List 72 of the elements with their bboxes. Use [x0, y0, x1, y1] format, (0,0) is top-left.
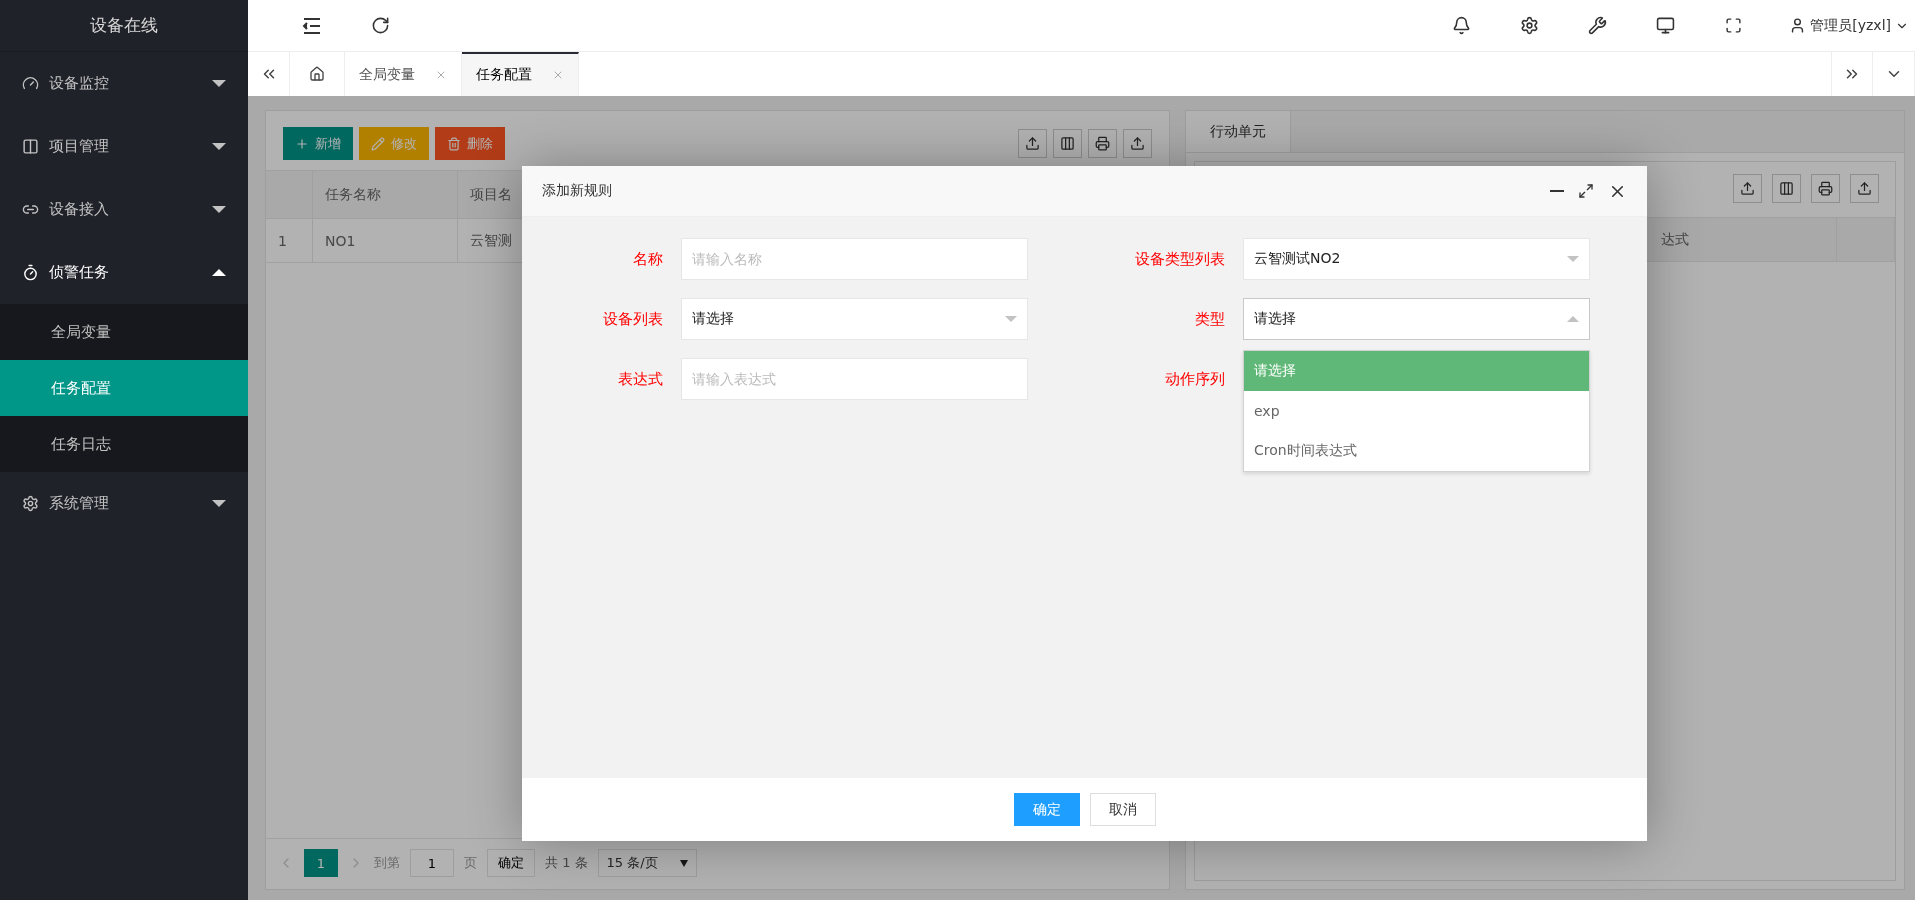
- sidebar-subitem[interactable]: 任务日志: [0, 416, 248, 472]
- field-label: 设备列表: [603, 309, 663, 329]
- user-menu[interactable]: 管理员[yzxl]: [1767, 16, 1915, 35]
- export-icon: [1740, 181, 1755, 196]
- caret-icon: [679, 859, 688, 867]
- select-field[interactable]: 云智测试NO2: [1243, 238, 1590, 280]
- export-icon: [1130, 136, 1145, 151]
- page-tab[interactable]: 任务配置: [462, 52, 579, 96]
- fullscreen-icon: [1724, 17, 1742, 34]
- dialog-title: 添加新规则: [542, 182, 612, 200]
- export-button[interactable]: [1733, 174, 1762, 203]
- columns-button[interactable]: [1772, 174, 1801, 203]
- dropdown-option[interactable]: Cron时间表达式: [1244, 431, 1589, 471]
- text-field[interactable]: 请输入表达式: [681, 358, 1028, 400]
- menu-item-icon: [22, 495, 39, 512]
- columns-button[interactable]: [1053, 129, 1082, 158]
- sidebar-item[interactable]: 系统管理: [0, 472, 248, 535]
- settings-icon: [1519, 16, 1539, 35]
- sidebar-item[interactable]: 设备监控: [0, 52, 248, 115]
- plus-icon: [295, 136, 309, 151]
- menu-fold-icon: [302, 16, 322, 35]
- goto-label: 到第: [374, 854, 400, 872]
- total-count: 共 1 条: [545, 854, 588, 872]
- field-label: 表达式: [618, 369, 663, 389]
- print-icon: [1095, 136, 1110, 151]
- page-unit: 页: [464, 854, 477, 872]
- field-label: 动作序列: [1165, 369, 1225, 389]
- field-label: 类型: [1195, 309, 1225, 329]
- caret-icon: [1005, 316, 1017, 322]
- select-field[interactable]: 请选择: [1243, 298, 1590, 340]
- sidebar-item[interactable]: 设备接入: [0, 178, 248, 241]
- caret-icon: [1567, 316, 1579, 322]
- home-icon: [309, 66, 325, 82]
- wrench-icon: [1587, 16, 1607, 35]
- trash-icon: [447, 136, 461, 151]
- page-tab[interactable]: 全局变量: [345, 52, 462, 96]
- sidebar-item[interactable]: 项目管理: [0, 115, 248, 178]
- select-field[interactable]: 请选择: [681, 298, 1028, 340]
- export-icon: [1857, 181, 1872, 196]
- panel-tab[interactable]: 行动单元: [1186, 111, 1291, 152]
- export-button[interactable]: [1018, 129, 1047, 158]
- menu-item-icon: [22, 138, 39, 155]
- caret-icon: [1567, 256, 1579, 262]
- cancel-button[interactable]: 取消: [1089, 793, 1156, 826]
- row-number: 1: [266, 219, 313, 262]
- export-button[interactable]: [1850, 174, 1879, 203]
- print-button[interactable]: [1811, 174, 1840, 203]
- menu-item-icon: [22, 264, 39, 281]
- columns-icon: [1060, 136, 1075, 151]
- print-button[interactable]: [1088, 129, 1117, 158]
- print-icon: [1818, 181, 1833, 196]
- goto-button[interactable]: 确定: [487, 849, 535, 877]
- export-icon: [1025, 136, 1040, 151]
- bell-icon: [1451, 16, 1471, 35]
- maximize-button[interactable]: [1578, 183, 1594, 199]
- text-field[interactable]: 请输入名称: [681, 238, 1028, 280]
- page-size-select[interactable]: 15 条/页: [597, 849, 697, 877]
- columns-icon: [1779, 181, 1794, 196]
- minimize-icon: [1550, 190, 1564, 192]
- table-header-cell: 任务名称: [313, 171, 458, 218]
- monitor-icon: [1655, 16, 1675, 35]
- pencil-icon: [371, 136, 385, 151]
- table-cell: NO1: [313, 219, 458, 262]
- export-button[interactable]: [1123, 129, 1152, 158]
- menu-item-icon: [22, 75, 39, 92]
- maximize-icon: [1578, 183, 1594, 199]
- sidebar-subitem[interactable]: 全局变量: [0, 304, 248, 360]
- dropdown-option[interactable]: exp: [1244, 391, 1589, 431]
- sidebar-item[interactable]: 侦警任务: [0, 241, 248, 304]
- sidebar-subitem[interactable]: 任务配置: [0, 360, 248, 416]
- refresh-icon: [370, 16, 390, 35]
- page-input[interactable]: 1: [410, 849, 454, 877]
